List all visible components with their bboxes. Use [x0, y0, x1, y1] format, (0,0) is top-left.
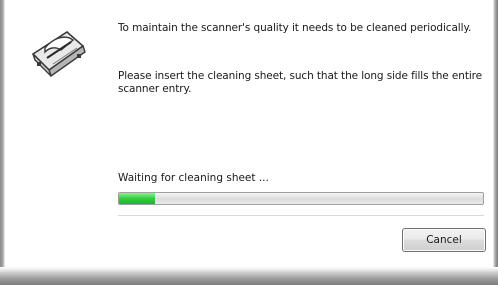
window-border-bottom	[0, 267, 498, 285]
maintenance-message: To maintain the scanner's quality it nee…	[118, 22, 472, 34]
progress-fill	[119, 193, 156, 204]
cancel-button[interactable]: Cancel	[402, 228, 486, 252]
window-border-right	[493, 0, 498, 285]
dialog-content: To maintain the scanner's quality it nee…	[5, 0, 493, 267]
instruction-message: Please insert the cleaning sheet, such t…	[118, 70, 482, 95]
separator	[118, 215, 484, 216]
scanner-icon	[31, 31, 86, 78]
progress-bar	[118, 192, 484, 205]
dialog-window: To maintain the scanner's quality it nee…	[0, 0, 498, 285]
status-text: Waiting for cleaning sheet ...	[118, 172, 269, 184]
window-border-left	[0, 0, 5, 285]
